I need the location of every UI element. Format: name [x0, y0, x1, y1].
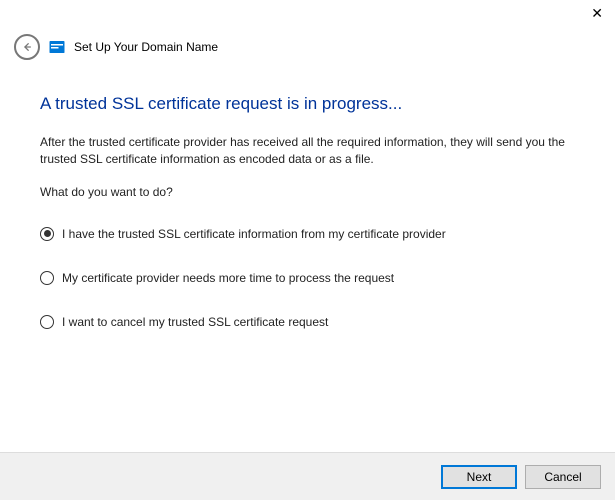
back-button[interactable]: [14, 34, 40, 60]
wizard-title: Set Up Your Domain Name: [74, 40, 218, 54]
wizard-content: A trusted SSL certificate request is in …: [0, 70, 615, 329]
option-label: I have the trusted SSL certificate infor…: [62, 227, 446, 241]
option-cancel-request[interactable]: I want to cancel my trusted SSL certific…: [40, 315, 575, 329]
arrow-left-icon: [22, 42, 32, 52]
page-prompt: What do you want to do?: [40, 185, 575, 199]
option-label: My certificate provider needs more time …: [62, 271, 394, 285]
radio-icon: [40, 271, 54, 285]
options-group: I have the trusted SSL certificate infor…: [40, 227, 575, 329]
option-label: I want to cancel my trusted SSL certific…: [62, 315, 328, 329]
cancel-button[interactable]: Cancel: [525, 465, 601, 489]
radio-icon: [40, 227, 54, 241]
page-heading: A trusted SSL certificate request is in …: [40, 94, 575, 114]
close-icon[interactable]: ✕: [591, 6, 603, 20]
option-have-cert[interactable]: I have the trusted SSL certificate infor…: [40, 227, 575, 241]
domain-icon: [48, 38, 66, 56]
page-description: After the trusted certificate provider h…: [40, 134, 575, 169]
wizard-footer: Next Cancel: [0, 452, 615, 500]
next-button[interactable]: Next: [441, 465, 517, 489]
wizard-header: Set Up Your Domain Name: [0, 0, 615, 70]
option-more-time[interactable]: My certificate provider needs more time …: [40, 271, 575, 285]
radio-icon: [40, 315, 54, 329]
